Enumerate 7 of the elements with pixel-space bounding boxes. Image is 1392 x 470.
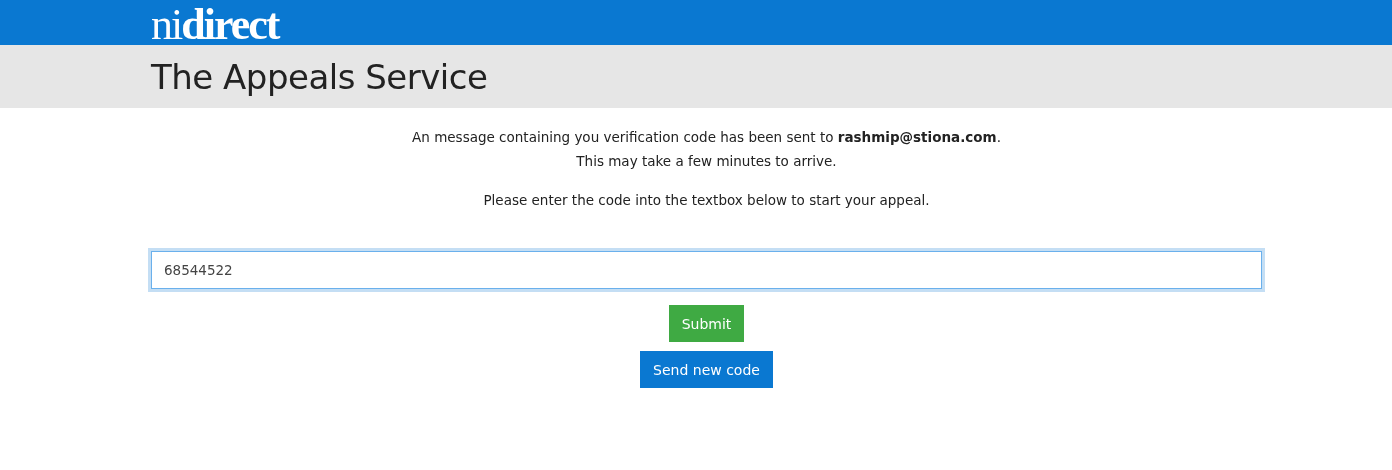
verification-message: An message containing you verification code has been sent to rashmip@stiona.com. This may take a few minutes to arrive. xyxy=(412,128,1001,171)
nidirect-logo[interactable]: nidirect xyxy=(151,5,279,45)
page-title: The Appeals Service xyxy=(151,56,489,97)
instruction-text: Please enter the code into the textbox below to start your appeal. xyxy=(483,191,930,210)
submit-button[interactable]: Submit xyxy=(668,305,745,342)
send-code-button[interactable]: Send new code xyxy=(640,351,773,388)
code-input-field[interactable]: 68544522 xyxy=(151,251,1262,289)
